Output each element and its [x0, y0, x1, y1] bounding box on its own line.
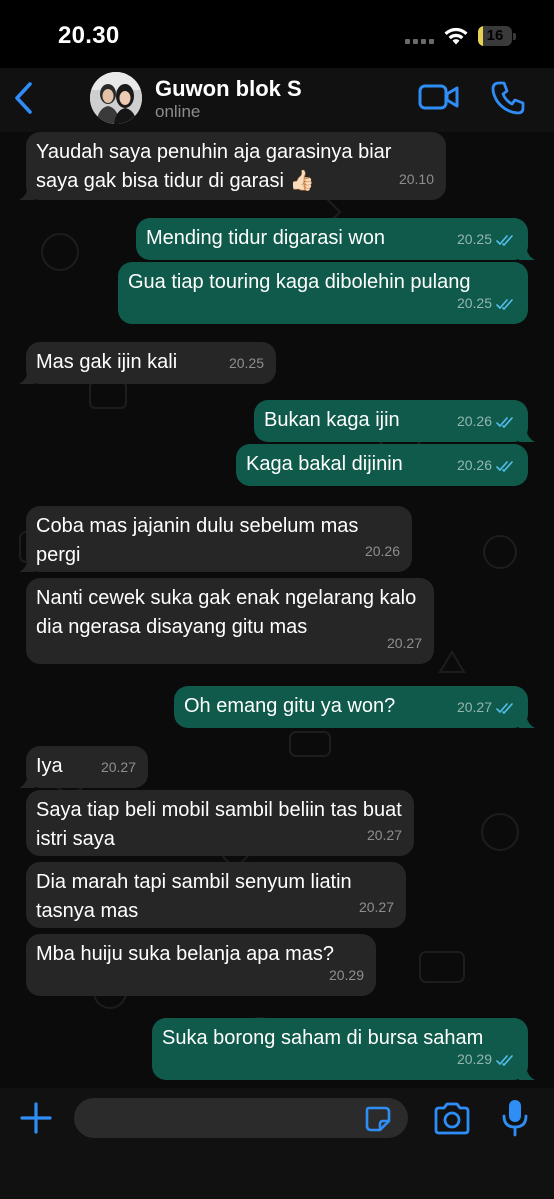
- message-meta: 20.27: [101, 753, 136, 782]
- message-time: 20.27: [386, 635, 422, 651]
- message-time: 20.25: [456, 295, 492, 311]
- bubble-tail: [19, 774, 35, 788]
- message-meta: 20.27: [359, 893, 394, 922]
- avatar-photo: [90, 72, 142, 124]
- wifi-icon: [444, 27, 468, 45]
- message-text: Coba mas jajanin dulu sebelum mas pergi: [36, 515, 359, 566]
- message-text: Saya tiap beli mobil sambil beliin tas b…: [36, 799, 402, 850]
- message-text: Yaudah saya penuhin aja garasinya biar s…: [36, 141, 392, 192]
- message-time: 20.27: [366, 827, 402, 843]
- contact-status: online: [155, 102, 201, 121]
- message-meta: 20.27: [387, 629, 422, 658]
- message-time: 20.26: [456, 457, 492, 473]
- message-meta: 20.29: [329, 961, 364, 990]
- message-meta: 20.26: [457, 451, 516, 480]
- message-time: 20.25: [456, 231, 492, 247]
- read-receipt-icon: [496, 1054, 513, 1066]
- message-time: 20.27: [456, 699, 492, 715]
- message-time: 20.25: [228, 355, 264, 371]
- read-receipt-icon: [496, 460, 513, 472]
- outgoing-message[interactable]: Gua tiap touring kaga dibolehin pulang 20…: [118, 262, 528, 324]
- back-button[interactable]: [6, 76, 46, 120]
- message-time: 20.29: [328, 967, 364, 983]
- outgoing-message[interactable]: Mending tidur digarasi won 20.25: [136, 218, 535, 260]
- outgoing-message[interactable]: Kaga bakal dijinin 20.26: [236, 444, 528, 486]
- attach-plus-button[interactable]: [18, 1100, 54, 1136]
- incoming-message[interactable]: Mba huiju suka belanja apa mas? 20.29: [26, 934, 376, 996]
- contact-name[interactable]: Guwon blok S: [155, 76, 302, 102]
- message-meta: 20.26: [457, 407, 516, 436]
- sticker-button[interactable]: [364, 1105, 392, 1133]
- outgoing-message[interactable]: Suka borong saham di bursa saham 20.29: [152, 1018, 535, 1080]
- read-receipt-icon: [496, 702, 513, 714]
- message-meta: 20.25: [457, 289, 516, 318]
- outgoing-message[interactable]: Bukan kaga ijin 20.26: [254, 400, 535, 442]
- message-text: Mba huiju suka belanja apa mas?: [36, 943, 334, 965]
- message-time: 20.26: [456, 413, 492, 429]
- bubble-tail: [519, 714, 535, 728]
- bubble-tail: [519, 1066, 535, 1080]
- input-bar: [0, 1088, 554, 1199]
- message-time: 20.26: [364, 543, 400, 559]
- contact-avatar[interactable]: [90, 72, 142, 124]
- camera-button[interactable]: [432, 1101, 472, 1137]
- incoming-message[interactable]: Yaudah saya penuhin aja garasinya biar s…: [19, 132, 446, 200]
- microphone-button[interactable]: [500, 1098, 530, 1138]
- incoming-message[interactable]: Iya 20.27: [19, 746, 148, 788]
- bubble-tail: [519, 428, 535, 442]
- message-list[interactable]: Yaudah saya penuhin aja garasinya biar s…: [0, 132, 554, 1088]
- incoming-message[interactable]: Nanti cewek suka gak enak ngelarang kalo…: [26, 578, 434, 664]
- bubble-tail: [19, 558, 35, 572]
- message-time: 20.27: [100, 759, 136, 775]
- incoming-message[interactable]: Dia marah tapi sambil senyum liatin tasn…: [26, 862, 406, 928]
- message-meta: 20.10: [399, 165, 434, 194]
- voice-call-button[interactable]: [490, 80, 526, 116]
- outgoing-message[interactable]: Oh emang gitu ya won? 20.27: [174, 686, 535, 728]
- message-meta: 20.25: [229, 349, 264, 378]
- message-text: Dia marah tapi sambil senyum liatin tasn…: [36, 871, 352, 922]
- message-meta: 20.26: [365, 537, 400, 566]
- read-receipt-icon: [496, 234, 513, 246]
- cellular-signal-icon: [405, 34, 435, 44]
- message-text: Nanti cewek suka gak enak ngelarang kalo…: [36, 587, 417, 638]
- bubble-tail: [19, 186, 35, 200]
- battery-icon: 16: [478, 26, 516, 46]
- status-time: 20.30: [58, 22, 120, 49]
- incoming-message[interactable]: Saya tiap beli mobil sambil beliin tas b…: [26, 790, 414, 856]
- message-meta: 20.29: [457, 1045, 516, 1074]
- message-time: 20.27: [358, 899, 394, 915]
- status-bar: 20.30 16: [0, 0, 554, 68]
- message-time: 20.10: [398, 171, 434, 187]
- read-receipt-icon: [496, 298, 513, 310]
- read-receipt-icon: [496, 416, 513, 428]
- bubble-tail: [19, 370, 35, 384]
- message-input[interactable]: [74, 1098, 408, 1138]
- bubble-tail: [519, 246, 535, 260]
- message-time: 20.29: [456, 1051, 492, 1067]
- incoming-message[interactable]: Mas gak ijin kali 20.25: [19, 342, 276, 384]
- message-meta: 20.27: [457, 693, 516, 722]
- message-meta: 20.27: [367, 821, 402, 850]
- battery-level: 16: [486, 27, 504, 44]
- chat-header: Guwon blok S online: [0, 68, 554, 132]
- video-call-button[interactable]: [418, 82, 460, 112]
- message-meta: 20.25: [457, 225, 516, 254]
- incoming-message[interactable]: Coba mas jajanin dulu sebelum mas pergi 2…: [19, 506, 412, 572]
